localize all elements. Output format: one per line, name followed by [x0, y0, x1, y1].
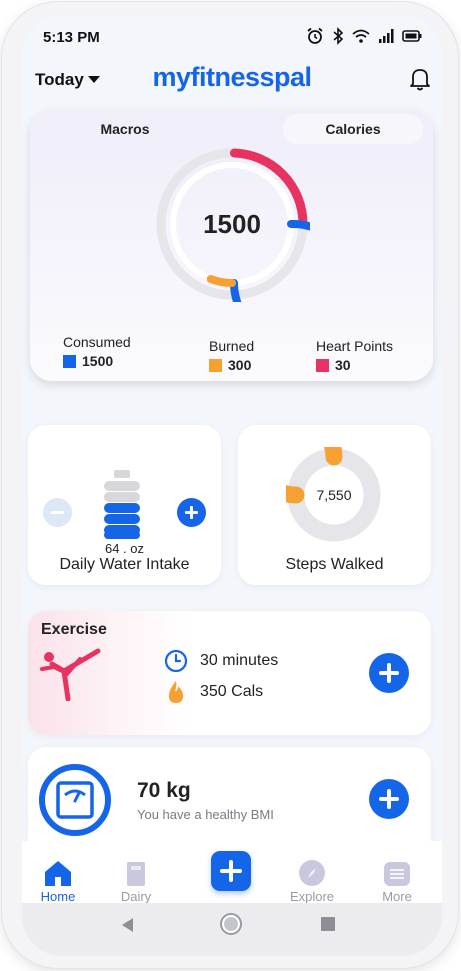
bluetooth-icon [333, 27, 344, 45]
steps-title: Steps Walked [285, 556, 384, 573]
alarm-icon [307, 27, 323, 44]
calories-ring: 1500 [154, 146, 356, 346]
nav-explore-label: Explore [289, 889, 335, 904]
brand-logo: myfitnesspal [152, 62, 312, 92]
status-bar: 5:13 PM [22, 16, 442, 56]
weight-scale-icon [39, 764, 111, 836]
legend-consumed-value: 1500 [82, 353, 114, 369]
nav-home[interactable]: Home [28, 859, 88, 904]
legend-burned-value: 300 [228, 357, 252, 373]
decrease-water-button[interactable] [43, 498, 72, 527]
recents-icon[interactable] [321, 917, 335, 931]
consumed-swatch [63, 354, 76, 368]
steps-card[interactable]: 7,550 Steps Walked [238, 425, 431, 585]
back-icon[interactable] [120, 917, 136, 933]
compass-icon [299, 860, 325, 886]
nav-dairy-label: Dairy [120, 889, 152, 904]
water-amount: 64 . oz [104, 541, 145, 556]
nav-more[interactable]: More [367, 859, 427, 904]
system-nav-bar [22, 903, 442, 956]
battery-icon [402, 30, 422, 42]
nav-explore[interactable]: Explore [282, 859, 342, 904]
home-icon [45, 861, 71, 886]
home-circle-icon[interactable] [219, 912, 243, 936]
book-icon [127, 862, 145, 886]
exercise-card[interactable]: Exercise 30 minutes 350 Cals [28, 611, 431, 735]
legend-heart-points-value: 30 [335, 357, 351, 373]
phone-frame: 5:13 PM Today myfitnesspal Macros Calori… [2, 2, 458, 968]
status-time: 5:13 PM [43, 29, 100, 46]
bell-icon[interactable] [408, 66, 432, 92]
legend-burned: Burned 300 [209, 338, 254, 373]
calories-summary-card: Macros Calories 1500 Consumed 1500 Burne… [30, 110, 433, 381]
water-intake-card[interactable]: 64 . oz Daily Water Intake [28, 425, 221, 585]
legend-heart-points: Heart Points 30 [316, 338, 393, 373]
legend-consumed-label: Consumed [63, 334, 131, 350]
add-exercise-button[interactable] [369, 653, 409, 693]
add-weight-button[interactable] [369, 779, 409, 819]
app-header: Today myfitnesspal [22, 62, 442, 102]
add-water-button[interactable] [177, 498, 206, 527]
tab-macros[interactable]: Macros [60, 114, 190, 144]
exercise-title: Exercise [41, 621, 107, 638]
nav-dairy[interactable]: Dairy [106, 859, 166, 904]
legend-heart-points-label: Heart Points [316, 338, 394, 354]
exercise-duration: 30 minutes [200, 652, 279, 669]
wifi-icon [352, 29, 370, 43]
exercise-calories: 350 Cals [200, 683, 264, 700]
heart-points-swatch [316, 358, 329, 372]
signal-icon [379, 29, 394, 43]
burned-swatch [209, 358, 222, 372]
app-screen: 5:13 PM Today myfitnesspal Macros Calori… [22, 16, 442, 956]
quick-add-button[interactable] [211, 851, 251, 891]
menu-icon [384, 862, 410, 886]
kick-exercise-icon [40, 648, 101, 701]
bmi-message: You have a healthy BMI [137, 807, 274, 822]
nav-more-label: More [382, 889, 412, 904]
clock-icon [164, 649, 188, 673]
tab-calories[interactable]: Calories [283, 114, 423, 144]
calories-total: 1500 [203, 208, 261, 239]
water-title: Daily Water Intake [59, 556, 190, 573]
status-icons [306, 27, 422, 45]
legend-burned-label: Burned [209, 338, 255, 354]
steps-count: 7,550 [316, 487, 352, 503]
bottom-nav: Home Dairy Explore More [22, 841, 442, 904]
exercise-calories-row: 350 Cals [164, 679, 263, 705]
flame-icon [168, 681, 184, 703]
weight-value: 70 kg [137, 779, 191, 802]
legend-consumed: Consumed 1500 [63, 334, 131, 369]
nav-home-label: Home [40, 889, 76, 904]
water-bottle-icon [104, 470, 140, 539]
exercise-duration-row: 30 minutes [164, 649, 278, 673]
